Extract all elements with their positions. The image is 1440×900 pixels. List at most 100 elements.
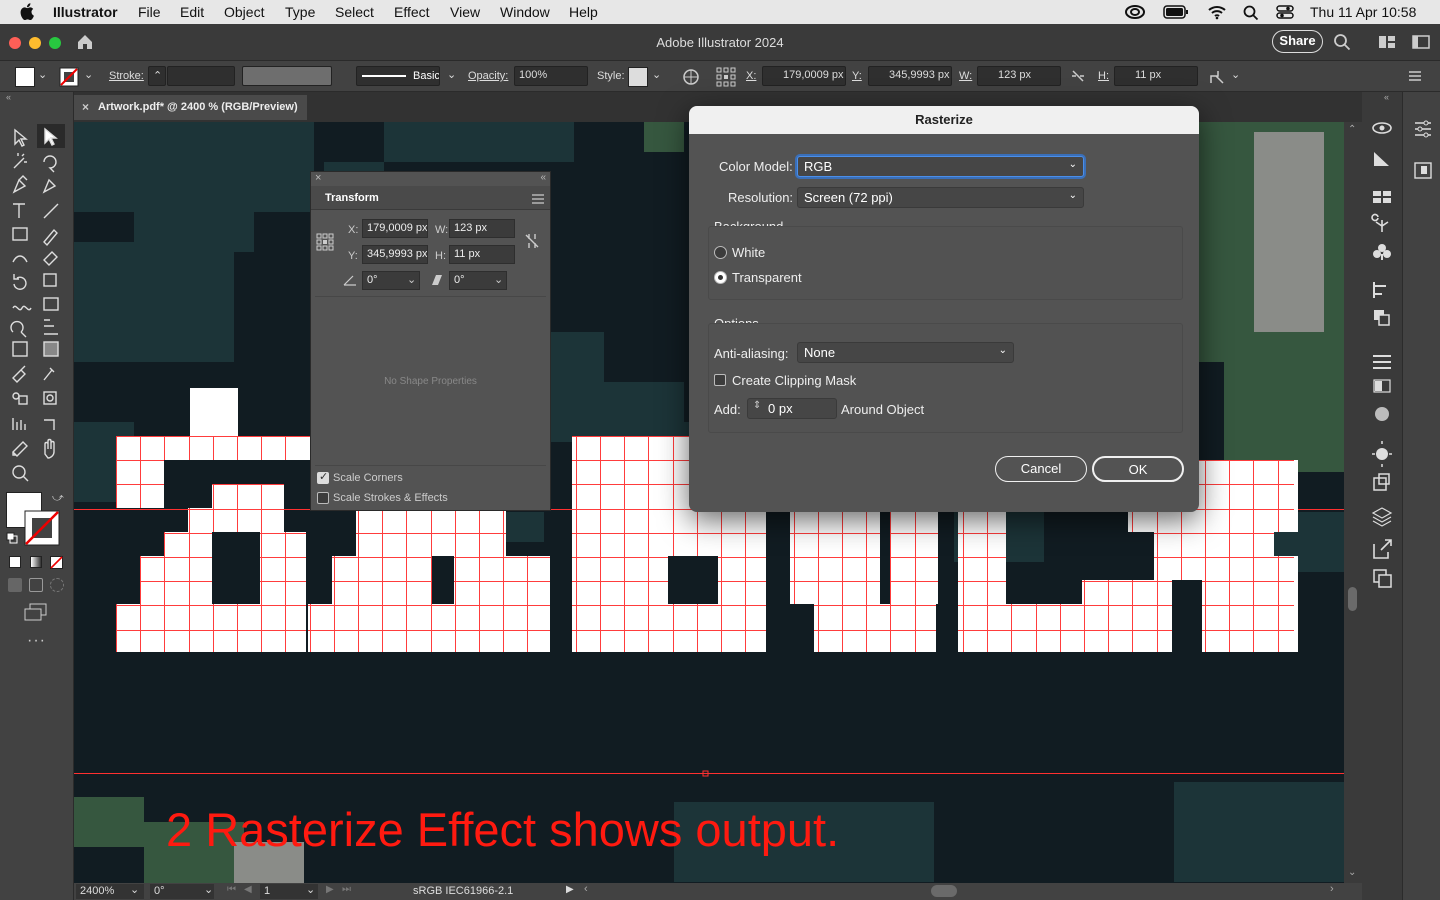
control-center-icon[interactable] bbox=[1276, 4, 1294, 20]
add-field[interactable]: ⇕ 0 px bbox=[747, 398, 837, 419]
creative-cloud-icon[interactable] bbox=[1124, 4, 1146, 20]
transform-y-field[interactable]: 345,9993 px bbox=[362, 245, 428, 264]
menu-file[interactable]: File bbox=[138, 4, 161, 20]
screen-mode-icon[interactable] bbox=[24, 603, 48, 621]
recolor-artwork-icon[interactable] bbox=[682, 68, 700, 86]
stroke-color-box[interactable] bbox=[24, 510, 60, 546]
zoom-dropdown-icon[interactable]: ⌄ bbox=[130, 883, 139, 896]
stroke-dropdown-icon[interactable]: ⌄ bbox=[84, 68, 93, 81]
scroll-right-icon[interactable]: › bbox=[1330, 883, 1334, 895]
rotation-dropdown-icon[interactable]: ⌄ bbox=[204, 883, 213, 896]
brush-definition-dropdown[interactable]: Basic bbox=[356, 66, 440, 86]
shear-dropdown-icon[interactable]: ⌄ bbox=[494, 273, 503, 286]
close-panel-icon[interactable]: × bbox=[315, 172, 321, 184]
share-button[interactable]: Share bbox=[1272, 30, 1323, 53]
menu-app-name[interactable]: Illustrator bbox=[53, 4, 118, 20]
constrain-proportions-icon[interactable] bbox=[1069, 69, 1087, 83]
control-bar-menu-icon[interactable] bbox=[1408, 70, 1422, 82]
cancel-button[interactable]: Cancel bbox=[995, 456, 1087, 482]
transform-object-icon[interactable] bbox=[1208, 68, 1226, 86]
horizontal-scroll-thumb[interactable] bbox=[931, 885, 957, 897]
collapse-panel-icon[interactable]: « bbox=[540, 172, 546, 183]
opacity-label[interactable]: Opacity: bbox=[468, 70, 508, 82]
graphic-style-swatch[interactable] bbox=[628, 67, 648, 87]
fill-swatch[interactable] bbox=[15, 67, 35, 87]
stroke-weight-stepper[interactable]: ⌃ bbox=[148, 66, 166, 86]
rotate-dropdown-icon[interactable]: ⌄ bbox=[407, 273, 416, 286]
swap-fill-stroke-icon[interactable]: ⤻ bbox=[52, 492, 64, 505]
reference-point-icon[interactable] bbox=[716, 67, 736, 87]
libraries-icon[interactable] bbox=[1413, 160, 1433, 180]
vertical-scroll-thumb[interactable] bbox=[1348, 587, 1357, 611]
draw-inside-icon[interactable] bbox=[50, 578, 64, 592]
clipping-mask-checkbox[interactable] bbox=[714, 374, 726, 386]
next-artboard-icon[interactable]: ▶ bbox=[326, 884, 334, 895]
antialiasing-select[interactable]: None ⌄ bbox=[797, 342, 1014, 363]
menu-edit[interactable]: Edit bbox=[180, 4, 204, 20]
previous-artboard-icon[interactable]: ◀ bbox=[244, 884, 252, 895]
transparent-radio[interactable] bbox=[714, 271, 727, 284]
scroll-up-icon[interactable]: ⌃ bbox=[1348, 124, 1356, 135]
scale-strokes-checkbox[interactable] bbox=[317, 492, 329, 504]
workspace-switcher-icon[interactable] bbox=[1412, 34, 1430, 50]
battery-icon[interactable] bbox=[1163, 5, 1189, 19]
last-artboard-icon[interactable]: ⏭ bbox=[342, 884, 351, 895]
artboard-dropdown-icon[interactable]: ⌄ bbox=[306, 883, 315, 896]
reference-point-locator-icon[interactable] bbox=[316, 233, 334, 251]
menu-window[interactable]: Window bbox=[500, 4, 550, 20]
stroke-weight-field[interactable] bbox=[167, 66, 235, 86]
vertical-scrollbar[interactable]: ⌃ ⌄ bbox=[1344, 122, 1362, 883]
none-mode-icon[interactable] bbox=[50, 556, 63, 569]
ok-button[interactable]: OK bbox=[1092, 456, 1184, 482]
search-icon[interactable] bbox=[1333, 33, 1351, 51]
draw-normal-icon[interactable] bbox=[8, 578, 22, 592]
white-radio[interactable] bbox=[714, 246, 727, 259]
gradient-mode-icon[interactable] bbox=[30, 556, 42, 568]
transform-w-field[interactable]: 123 px bbox=[449, 219, 515, 238]
stroke-label[interactable]: Stroke: bbox=[109, 70, 144, 82]
scroll-down-icon[interactable]: ⌄ bbox=[1348, 867, 1356, 878]
scroll-left-icon[interactable]: ‹ bbox=[584, 883, 588, 895]
wifi-icon[interactable] bbox=[1207, 4, 1227, 20]
document-tab[interactable]: × Artwork.pdf* @ 2400 % (RGB/Preview) bbox=[74, 95, 307, 120]
status-menu-icon[interactable]: ▶ bbox=[566, 884, 574, 895]
arrange-documents-icon[interactable] bbox=[1378, 34, 1396, 50]
transform-tab[interactable]: Transform bbox=[325, 192, 379, 204]
menu-object[interactable]: Object bbox=[224, 4, 264, 20]
transform-h-field[interactable]: 11 px bbox=[449, 245, 515, 264]
menu-view[interactable]: View bbox=[450, 4, 480, 20]
color-model-select[interactable]: RGB ⌄ bbox=[797, 156, 1084, 177]
spotlight-search-icon[interactable] bbox=[1243, 5, 1259, 21]
menu-select[interactable]: Select bbox=[335, 4, 374, 20]
y-field[interactable]: 345,9993 px bbox=[868, 66, 952, 86]
collapse-tools-icon[interactable]: « bbox=[6, 92, 11, 102]
w-field[interactable]: 123 px bbox=[977, 66, 1061, 86]
constrain-width-height-icon[interactable] bbox=[523, 232, 541, 250]
scale-corners-checkbox[interactable]: ✓ bbox=[317, 471, 329, 484]
brush-dropdown-icon[interactable]: ⌄ bbox=[447, 68, 456, 81]
x-field[interactable]: 179,0009 px bbox=[762, 66, 846, 86]
menu-help[interactable]: Help bbox=[569, 4, 598, 20]
properties-icon[interactable] bbox=[1413, 120, 1433, 138]
opacity-field[interactable]: 100% bbox=[514, 66, 588, 86]
collapse-dock-icon[interactable]: « bbox=[1384, 92, 1389, 102]
transform-dropdown-icon[interactable]: ⌄ bbox=[1231, 68, 1240, 81]
minimize-window-button[interactable] bbox=[29, 37, 41, 49]
menubar-clock[interactable]: Thu 11 Apr 10:58 bbox=[1310, 4, 1416, 20]
transform-panel-header[interactable]: Transform bbox=[311, 186, 550, 210]
style-dropdown-icon[interactable]: ⌄ bbox=[652, 68, 661, 81]
close-tab-icon[interactable]: × bbox=[82, 100, 89, 114]
resolution-select[interactable]: Screen (72 ppi) ⌄ bbox=[797, 187, 1084, 208]
stepper-icon[interactable]: ⇕ bbox=[753, 400, 761, 411]
zoom-window-button[interactable] bbox=[49, 37, 61, 49]
default-fill-stroke-icon[interactable] bbox=[6, 532, 18, 544]
h-field[interactable]: 11 px bbox=[1114, 66, 1198, 86]
variable-width-profile[interactable] bbox=[242, 66, 332, 86]
panel-menu-icon[interactable] bbox=[532, 194, 544, 204]
fill-dropdown-icon[interactable]: ⌄ bbox=[38, 68, 47, 81]
stroke-swatch[interactable] bbox=[59, 67, 79, 87]
transform-x-field[interactable]: 179,0009 px bbox=[362, 219, 428, 238]
close-window-button[interactable] bbox=[9, 37, 21, 49]
apple-icon[interactable] bbox=[20, 3, 34, 20]
menu-type[interactable]: Type bbox=[285, 4, 315, 20]
